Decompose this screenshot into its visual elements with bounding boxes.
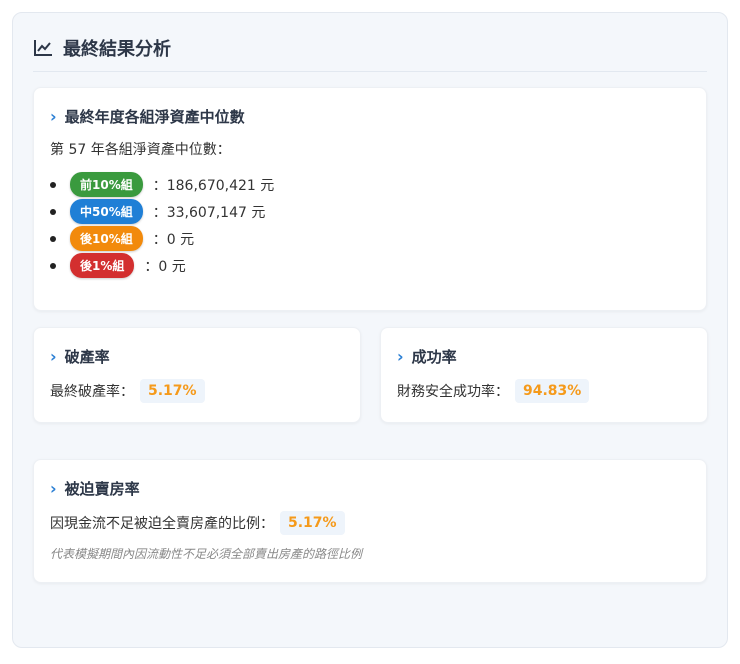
group-badge: 後1%組: [70, 253, 135, 278]
bankruptcy-value: 5.17%: [140, 379, 205, 403]
results-panel: 最終結果分析 › 最終年度各組淨資產中位數 第 57 年各組淨資產中位數： 前10…: [12, 12, 728, 648]
forced-value: 5.17%: [280, 511, 345, 535]
median-card: › 最終年度各組淨資產中位數 第 57 年各組淨資產中位數： 前10%組 ：186,…: [33, 87, 707, 311]
median-intro: 第 57 年各組淨資產中位數：: [50, 142, 231, 158]
bankruptcy-heading: 破產率: [64, 348, 110, 366]
group-value: ：0 元: [144, 258, 186, 275]
bullet: [50, 235, 56, 242]
group-item: 後10%組 ：0 元: [50, 225, 690, 252]
title-text: 最終結果分析: [63, 39, 171, 60]
forced-label: 因現金流不足被迫全賣房產的比例：: [50, 516, 274, 532]
group-list: 前10%組 ：186,670,421 元中50%組 ：33,607,147 元後10…: [50, 171, 690, 279]
median-heading: 最終年度各組淨資產中位數: [64, 108, 245, 126]
group-value: ：33,607,147 元: [152, 204, 266, 221]
forced-heading: 被迫賣房率: [64, 480, 140, 498]
forced-note: 代表模擬期間內因流動性不足必須全部賣出房產的路徑比例: [50, 547, 363, 561]
success-heading: 成功率: [411, 348, 457, 366]
bankruptcy-card: › 破產率 最終破產率： 5.17%: [33, 327, 361, 423]
success-label: 財務安全成功率：: [397, 384, 509, 400]
chevron-right-icon: ›: [50, 479, 57, 498]
chevron-right-icon: ›: [397, 347, 404, 366]
chevron-right-icon: ›: [50, 107, 57, 126]
group-badge: 後10%組: [70, 226, 143, 251]
bullet: [50, 262, 56, 269]
bankruptcy-label: 最終破產率：: [50, 384, 134, 400]
group-item: 前10%組 ：186,670,421 元: [50, 171, 690, 198]
group-value: ：186,670,421 元: [152, 177, 275, 194]
group-item: 中50%組 ：33,607,147 元: [50, 198, 690, 225]
group-badge: 中50%組: [70, 199, 143, 224]
chart-line-icon: [34, 40, 52, 56]
panel-title: 最終結果分析: [33, 35, 171, 61]
bullet: [50, 181, 56, 188]
divider: [33, 71, 707, 72]
forced-sale-card: › 被迫賣房率 因現金流不足被迫全賣房產的比例： 5.17% 代表模擬期間內因流動性…: [33, 459, 707, 583]
group-value: ：0 元: [152, 231, 195, 248]
chevron-right-icon: ›: [50, 347, 57, 366]
success-card: › 成功率 財務安全成功率： 94.83%: [380, 327, 708, 423]
bullet: [50, 208, 56, 215]
group-item: 後1%組 ：0 元: [50, 252, 690, 279]
success-value: 94.83%: [515, 379, 590, 403]
group-badge: 前10%組: [70, 172, 143, 197]
